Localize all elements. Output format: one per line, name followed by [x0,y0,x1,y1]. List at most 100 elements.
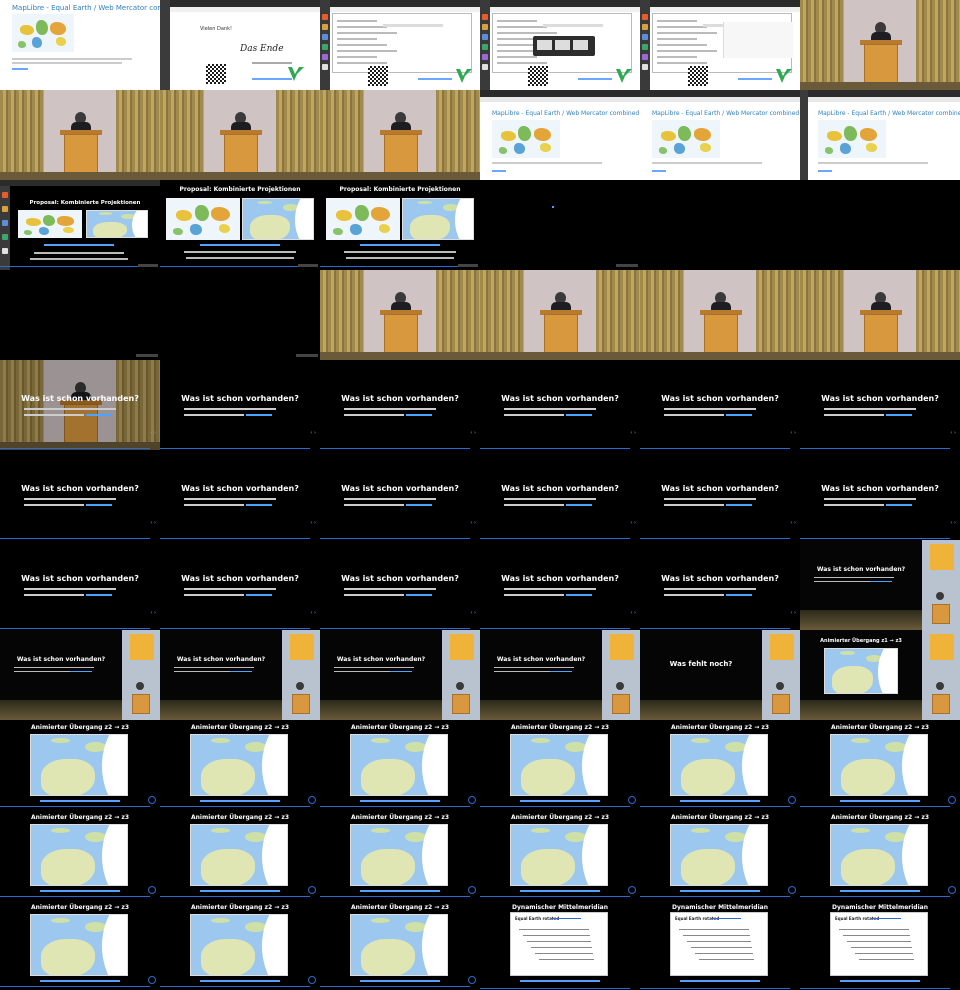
curtain-right [596,270,640,360]
slide-thumbnail [160,90,320,180]
bullet-line [664,498,756,500]
slide-thumbnail: Animierter Übergang z2 → z3 [800,810,960,900]
url-line [360,800,440,802]
url-line [680,980,760,982]
bullet-line [344,414,404,416]
slide-thumbnail [640,180,800,270]
projection-edge [261,825,287,885]
curtain-left [320,90,364,180]
bullet-line [344,498,436,500]
file-row [497,38,537,40]
map-indonesia [257,201,272,205]
next-arrow-icon: ‹ › [630,430,636,436]
coastline-sketch [843,935,910,936]
url-line [200,244,280,246]
slide-thumbnail [640,270,800,360]
world-map [12,14,74,52]
bullet-link [566,594,592,596]
map-land [218,223,231,233]
slide-title: Was ist schon vorhanden? [501,484,619,493]
slide-title: Was ist schon vorhanden? [176,656,266,663]
editor-pane [723,22,793,58]
podium [932,604,950,624]
bullet-link [70,671,92,672]
link-line [252,78,292,80]
footer-badge [136,354,158,357]
bullet-line [814,577,894,578]
next-arrow-icon: ‹ › [150,610,156,616]
slide-thumbnail: Animierter Übergang z2 → z3 [320,810,480,900]
curtain-left [800,270,844,360]
slide-title: Was ist schon vorhanden? [661,484,779,493]
url-line [40,980,120,982]
file-row [497,56,537,58]
nav-circle-icon [148,976,156,984]
map-australia-land [832,666,874,693]
slide-thumbnail: Was ist schon vorhanden? ‹ › [640,540,800,630]
nav-circle-icon [628,886,636,894]
qr-code [528,66,548,86]
world-map [18,210,82,238]
file-row [497,32,557,34]
caption-line [818,162,928,164]
dock-icon [322,14,328,20]
slide-footer-line [160,628,310,629]
projection-edge [454,199,473,239]
stage-floor [320,352,480,360]
browser-toolbar [320,7,480,12]
file-row [657,38,697,40]
map-australia [350,914,448,976]
nav-circle-icon [628,796,636,804]
stage-floor [0,172,160,180]
slide-title: Animierter Übergang z2 → z3 [510,814,610,821]
slide-thumbnail: Animierter Übergang z2 → z3 [320,720,480,810]
bullet-line [824,414,884,416]
map-indonesia [370,738,391,744]
bullet-line [664,504,724,506]
slide-title: Was ist schon vorhanden? [821,484,939,493]
speaker-head [936,682,944,690]
file-row [657,50,717,52]
slide-thumbnail: Was ist schon vorhanden? ‹ › [0,540,160,630]
coastline-sketch [679,929,749,930]
browser-tabbar [160,0,320,7]
bullet-line [24,408,116,410]
slide-title: Animierter Übergang z1 → z3 [820,638,902,644]
browser-toolbar [480,97,640,102]
slide-thumbnail: Was ist schon vorhanden? ‹ › [640,360,800,450]
nav-circle-icon [308,796,316,804]
dock-icon [322,34,328,40]
map-land [700,143,712,152]
slide-footer-line [480,988,630,989]
bullet-link [870,581,892,582]
stage-floor [640,700,762,720]
next-arrow-icon: ‹ › [470,430,476,436]
podium [612,694,630,714]
bullet-line [664,588,756,590]
speaker-video [282,630,320,720]
slide-thumbnail: Animierter Übergang z2 → z3 [480,810,640,900]
map-land [498,147,508,154]
map-land [189,223,202,236]
map-indonesia [210,828,231,834]
slide-thumbnail: Animierter Übergang z2 → z3 [640,810,800,900]
file-row [657,56,697,58]
stage-floor [640,352,800,360]
map-indonesia [530,828,551,834]
browser-tabbar [800,90,960,97]
stage-floor [800,700,922,720]
slide-thumbnail: Animierter Übergang z2 → z3 [480,720,640,810]
projection-edge [261,735,287,795]
dock-icon [322,64,328,70]
slide-footer-line [160,896,310,897]
projection-edge [901,825,927,885]
file-window [332,13,472,73]
slide-thumbnail [480,0,640,90]
coastline-sketch [691,947,752,948]
slide-thumbnail: Proposal: Kombinierte Projektionen [320,180,480,270]
podium [292,694,310,714]
slide-thumbnail: Dynamischer Mittelmeridian Equal Earth ro… [800,900,960,990]
map-land [56,37,66,46]
dock-icon [482,54,488,60]
world-map [652,120,720,158]
